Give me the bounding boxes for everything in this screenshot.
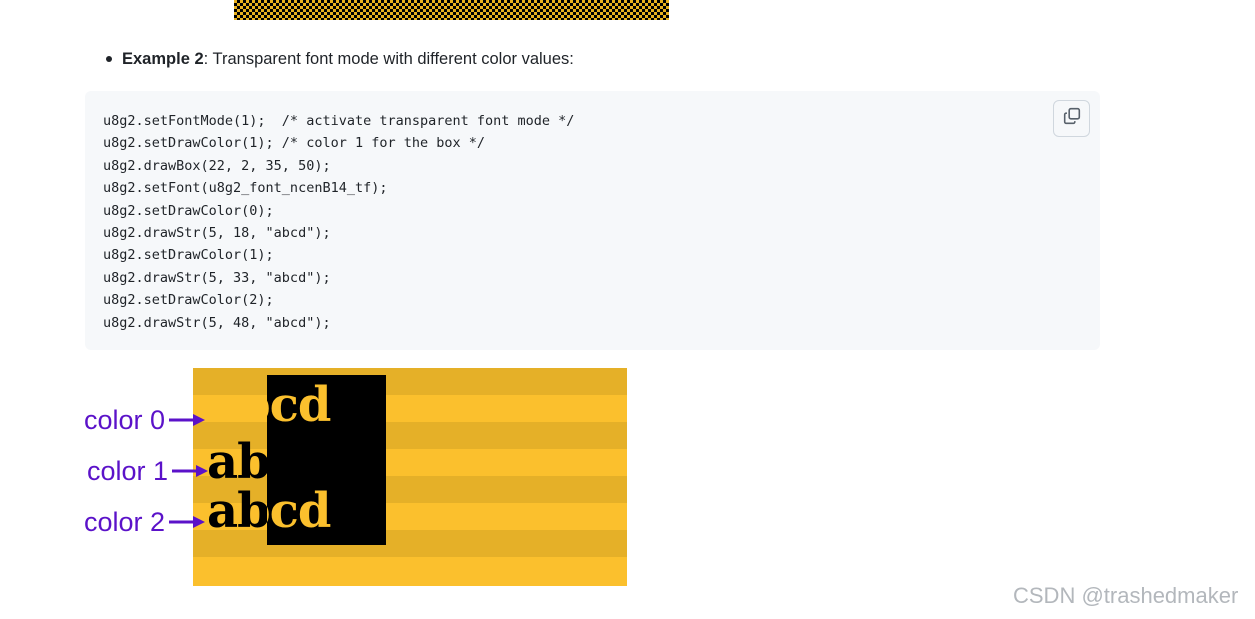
- code-line: u8g2.drawStr(5, 48, "abcd");: [103, 314, 331, 331]
- code-line: u8g2.setDrawColor(1); /* color 1 for the…: [103, 135, 486, 152]
- label-color-2: color 2: [84, 507, 206, 537]
- demo-text-color0: abcd: [267, 377, 331, 433]
- checkerboard-image: [234, 0, 669, 20]
- label-color-1-text: color 1: [87, 456, 169, 486]
- label-color-2-text: color 2: [84, 507, 166, 537]
- example-2-bullet: Example 2 : Transparent font mode with d…: [106, 48, 574, 70]
- code-line: u8g2.setDrawColor(2);: [103, 292, 274, 309]
- code-line: u8g2.setFontMode(1); /* activate transpa…: [103, 113, 575, 129]
- copy-code-button[interactable]: [1053, 100, 1090, 137]
- code-line: u8g2.drawStr(5, 18, "abcd");: [103, 224, 331, 241]
- code-block: u8g2.setFontMode(1); /* activate transpa…: [85, 91, 1100, 350]
- code-line: u8g2.setDrawColor(0);: [103, 202, 274, 219]
- code-content: u8g2.setFontMode(1); /* activate transpa…: [103, 110, 574, 334]
- arrow-right-icon: [169, 414, 206, 426]
- demo-text-color2-xor: abcd: [267, 483, 331, 539]
- bullet-bold-text: Example 2: [122, 50, 204, 68]
- code-line: u8g2.setDrawColor(1);: [103, 247, 274, 264]
- code-line: u8g2.setFont(u8g2_font_ncenB14_tf);: [103, 180, 388, 197]
- label-color-1: color 1: [87, 456, 209, 486]
- demo-row-color2-clip: abcd: [267, 478, 386, 545]
- demo-row-color0-clip: abcd: [267, 375, 386, 435]
- copy-icon: [1063, 107, 1081, 130]
- font-mode-illustration: abcd abcd abcd abcd: [193, 368, 627, 586]
- arrow-right-icon: [169, 516, 206, 528]
- arrow-right-icon: [172, 465, 209, 477]
- csdn-watermark: CSDN @trashedmaker: [1013, 583, 1239, 608]
- bullet-text: : Transparent font mode with different c…: [203, 50, 574, 68]
- label-color-0: color 0: [84, 405, 206, 435]
- bullet-dot: [106, 56, 112, 62]
- code-line: u8g2.drawStr(5, 33, "abcd");: [103, 269, 331, 286]
- label-color-0-text: color 0: [84, 405, 166, 435]
- stripe: [193, 368, 627, 395]
- code-line: u8g2.drawBox(22, 2, 35, 50);: [103, 157, 331, 174]
